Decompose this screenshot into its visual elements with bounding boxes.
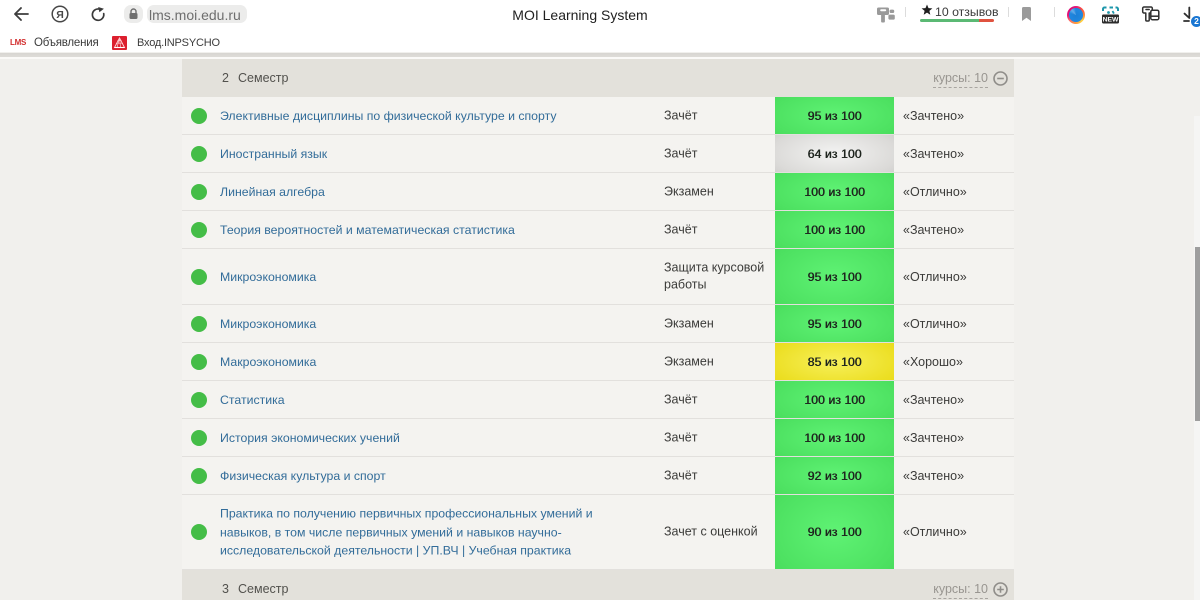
- svg-text:Я: Я: [56, 9, 64, 21]
- svg-text:NEW: NEW: [1103, 16, 1119, 23]
